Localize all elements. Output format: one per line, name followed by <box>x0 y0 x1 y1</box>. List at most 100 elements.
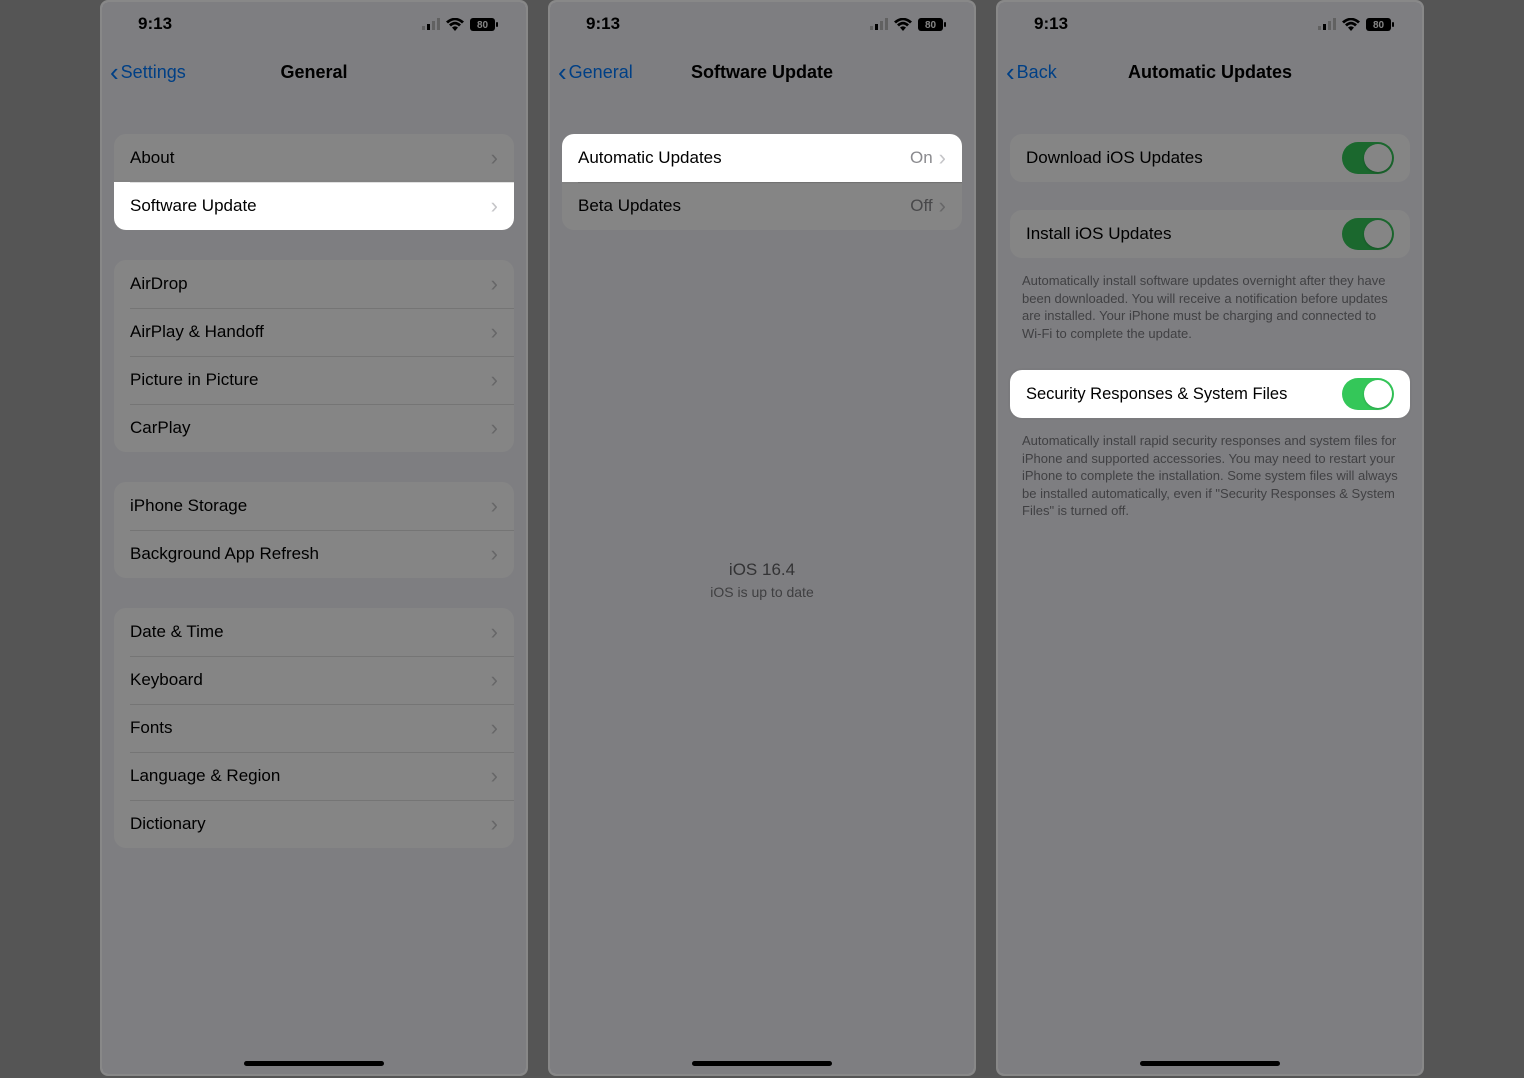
svg-text:80: 80 <box>925 20 937 31</box>
nav-bar: ‹ Back Automatic Updates <box>998 46 1422 98</box>
signal-icon <box>870 18 888 30</box>
status-bar: 9:13 80 <box>998 2 1422 46</box>
group-storage: iPhone Storage› Background App Refresh› <box>114 482 514 578</box>
row-background-refresh[interactable]: Background App Refresh› <box>114 530 514 578</box>
wifi-icon <box>1342 18 1360 31</box>
chevron-left-icon: ‹ <box>1006 59 1015 85</box>
nav-bar: ‹ General Software Update <box>550 46 974 98</box>
row-about[interactable]: About › <box>114 134 514 182</box>
row-label: About <box>130 148 491 168</box>
panel-software-update: 9:13 80 ‹ General Software Update Automa… <box>548 0 976 1076</box>
wifi-icon <box>446 18 464 31</box>
group-security: Security Responses & System Files <box>1010 370 1410 418</box>
row-language[interactable]: Language & Region› <box>114 752 514 800</box>
chevron-right-icon: › <box>491 541 498 567</box>
status-bar: 9:13 80 <box>102 2 526 46</box>
content: About › Software Update › AirDrop› AirPl… <box>102 134 526 848</box>
toggle-on-icon[interactable] <box>1342 378 1394 410</box>
row-security-responses[interactable]: Security Responses & System Files <box>1010 370 1410 418</box>
row-airdrop[interactable]: AirDrop› <box>114 260 514 308</box>
status-time: 9:13 <box>1034 14 1068 34</box>
ios-version: iOS 16.4 <box>550 560 974 580</box>
chevron-right-icon: › <box>939 193 946 219</box>
chevron-right-icon: › <box>491 493 498 519</box>
chevron-right-icon: › <box>491 667 498 693</box>
battery-icon: 80 <box>470 18 498 31</box>
row-label: Beta Updates <box>578 196 910 216</box>
battery-icon: 80 <box>1366 18 1394 31</box>
row-download-ios[interactable]: Download iOS Updates <box>1010 134 1410 182</box>
row-datetime[interactable]: Date & Time› <box>114 608 514 656</box>
chevron-right-icon: › <box>491 367 498 393</box>
row-fonts[interactable]: Fonts› <box>114 704 514 752</box>
row-airplay[interactable]: AirPlay & Handoff› <box>114 308 514 356</box>
row-automatic-updates[interactable]: Automatic Updates On › <box>562 134 962 182</box>
toggle-on-icon[interactable] <box>1342 142 1394 174</box>
status-right: 80 <box>422 18 498 31</box>
home-indicator[interactable] <box>692 1061 832 1066</box>
nav-title: General <box>280 62 347 83</box>
back-button[interactable]: ‹ Settings <box>110 59 186 85</box>
nav-title: Software Update <box>691 62 833 83</box>
row-install-ios[interactable]: Install iOS Updates <box>1010 210 1410 258</box>
chevron-right-icon: › <box>491 145 498 171</box>
chevron-right-icon: › <box>491 271 498 297</box>
group-about: About › Software Update › <box>114 134 514 230</box>
content: Automatic Updates On › Beta Updates Off … <box>550 134 974 600</box>
svg-text:80: 80 <box>477 20 489 31</box>
group-install: Install iOS Updates <box>1010 210 1410 258</box>
chevron-right-icon: › <box>939 145 946 171</box>
svg-text:80: 80 <box>1373 20 1385 31</box>
chevron-right-icon: › <box>491 763 498 789</box>
status-bar: 9:13 80 <box>550 2 974 46</box>
chevron-right-icon: › <box>491 811 498 837</box>
home-indicator[interactable] <box>244 1061 384 1066</box>
row-label: Keyboard <box>130 670 491 690</box>
status-time: 9:13 <box>586 14 620 34</box>
back-label: Back <box>1017 62 1057 83</box>
row-label: Automatic Updates <box>578 148 910 168</box>
back-label: General <box>569 62 633 83</box>
group-airdrop: AirDrop› AirPlay & Handoff› Picture in P… <box>114 260 514 452</box>
chevron-left-icon: ‹ <box>110 59 119 85</box>
nav-title: Automatic Updates <box>1128 62 1292 83</box>
row-dictionary[interactable]: Dictionary› <box>114 800 514 848</box>
status-right: 80 <box>1318 18 1394 31</box>
row-label: Fonts <box>130 718 491 738</box>
content: Download iOS Updates Install iOS Updates… <box>998 134 1422 524</box>
row-beta-updates[interactable]: Beta Updates Off › <box>562 182 962 230</box>
nav-bar: ‹ Settings General <box>102 46 526 98</box>
row-software-update[interactable]: Software Update › <box>114 182 514 230</box>
toggle-on-icon[interactable] <box>1342 218 1394 250</box>
chevron-right-icon: › <box>491 193 498 219</box>
back-button[interactable]: ‹ Back <box>1006 59 1057 85</box>
status-right: 80 <box>870 18 946 31</box>
home-indicator[interactable] <box>1140 1061 1280 1066</box>
row-label: Software Update <box>130 196 491 216</box>
ios-status-block: iOS 16.4 iOS is up to date <box>550 560 974 600</box>
back-button[interactable]: ‹ General <box>558 59 633 85</box>
chevron-right-icon: › <box>491 319 498 345</box>
signal-icon <box>1318 18 1336 30</box>
signal-icon <box>422 18 440 30</box>
chevron-right-icon: › <box>491 415 498 441</box>
row-pip[interactable]: Picture in Picture› <box>114 356 514 404</box>
row-label: Dictionary <box>130 814 491 834</box>
row-label: Security Responses & System Files <box>1026 385 1342 404</box>
group-download: Download iOS Updates <box>1010 134 1410 182</box>
row-value: On <box>910 148 933 168</box>
security-footer: Automatically install rapid security res… <box>998 424 1422 524</box>
panel-general: 9:13 80 ‹ Settings General About › <box>100 0 528 1076</box>
install-footer: Automatically install software updates o… <box>998 264 1422 346</box>
row-label: Download iOS Updates <box>1026 148 1342 168</box>
row-carplay[interactable]: CarPlay› <box>114 404 514 452</box>
status-time: 9:13 <box>138 14 172 34</box>
row-value: Off <box>910 196 932 216</box>
row-label: Install iOS Updates <box>1026 224 1342 244</box>
row-keyboard[interactable]: Keyboard› <box>114 656 514 704</box>
row-storage[interactable]: iPhone Storage› <box>114 482 514 530</box>
battery-icon: 80 <box>918 18 946 31</box>
row-label: AirDrop <box>130 274 491 294</box>
chevron-left-icon: ‹ <box>558 59 567 85</box>
wifi-icon <box>894 18 912 31</box>
